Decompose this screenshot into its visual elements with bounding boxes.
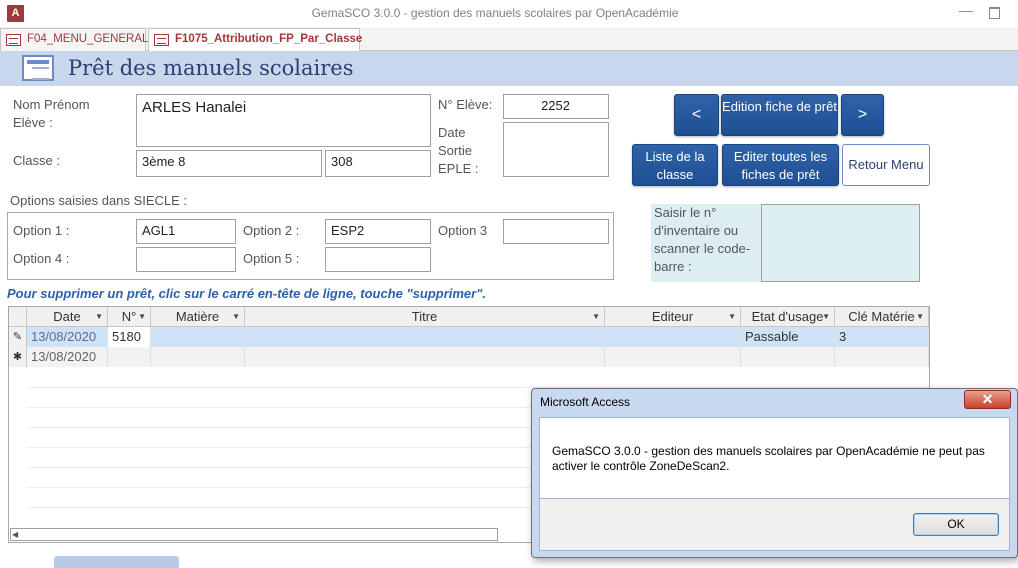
maximize-button[interactable] xyxy=(985,3,1003,21)
cell-etat[interactable] xyxy=(741,347,835,367)
tab-label: F04_MENU_GENERAL xyxy=(27,33,149,45)
classe-field[interactable]: 3ème 8 xyxy=(136,150,322,177)
ok-button[interactable]: OK xyxy=(913,513,999,536)
dropdown-icon[interactable]: ▼ xyxy=(592,307,600,326)
window-title: GemaSCO 3.0.0 - gestion des manuels scol… xyxy=(311,6,679,20)
col-num-label: N° xyxy=(121,309,137,324)
option-4-field[interactable] xyxy=(136,247,236,272)
editer-toutes-fiches-button[interactable]: Editer toutes les fiches de prêt xyxy=(722,144,839,186)
table-row-new[interactable]: ✱ 13/08/2020 xyxy=(9,347,929,367)
date-sortie-label: Date Sortie EPLE : xyxy=(438,125,479,176)
dropdown-icon[interactable]: ▼ xyxy=(232,307,240,326)
minimize-button[interactable]: — xyxy=(957,3,975,21)
dialog-message: GemaSCO 3.0.0 - gestion des manuels scol… xyxy=(552,444,985,473)
cell-num[interactable]: 5180 xyxy=(108,327,151,347)
retour-menu-button[interactable]: Retour Menu xyxy=(842,144,930,186)
col-matiere[interactable]: Matière ▼ xyxy=(151,307,245,327)
dropdown-icon[interactable]: ▼ xyxy=(138,307,146,326)
col-date[interactable]: Date ▼ xyxy=(27,307,108,327)
date-sortie-field[interactable] xyxy=(503,122,609,177)
col-editeur-label: Editeur xyxy=(651,309,694,324)
col-editeur[interactable]: Editeur ▼ xyxy=(605,307,741,327)
option-5-field[interactable] xyxy=(325,247,431,272)
col-cle[interactable]: Clé Matérie ▼ xyxy=(835,307,929,327)
dialog-title: Microsoft Access xyxy=(540,395,631,409)
scan-label: Saisir le n° d'inventaire ou scanner le … xyxy=(654,205,751,274)
cell-date[interactable]: 13/08/2020 xyxy=(27,347,108,367)
bottom-button[interactable] xyxy=(54,556,179,568)
option-1-label: Option 1 : xyxy=(13,223,70,238)
form-icon xyxy=(22,55,54,81)
tab-menu-general[interactable]: F04_MENU_GENERAL xyxy=(0,28,149,51)
dropdown-icon[interactable]: ▼ xyxy=(916,307,924,326)
cell-editeur[interactable] xyxy=(605,327,741,347)
cell-matiere[interactable] xyxy=(151,347,245,367)
option-1-field[interactable]: AGL1 xyxy=(136,219,236,244)
col-titre-label: Titre xyxy=(411,309,438,324)
cell-cle[interactable] xyxy=(835,347,929,367)
col-cle-label: Clé Matérie xyxy=(848,309,915,324)
col-titre[interactable]: Titre ▼ xyxy=(245,307,605,327)
page-title: Prêt des manuels scolaires xyxy=(68,56,354,80)
option-2-label: Option 2 : xyxy=(243,223,300,238)
edition-fiche-button[interactable]: Edition fiche de prêt xyxy=(721,94,838,136)
scan-label-area: Saisir le n° d'inventaire ou scanner le … xyxy=(651,204,761,282)
dialog-close-button[interactable]: ✕ xyxy=(964,390,1011,409)
cell-num[interactable] xyxy=(108,347,151,367)
option-3-field[interactable] xyxy=(503,219,609,244)
form-icon xyxy=(6,34,21,46)
cell-titre[interactable] xyxy=(245,327,605,347)
new-record-icon[interactable]: ✱ xyxy=(9,347,27,367)
liste-classe-button[interactable]: Liste de la classe xyxy=(632,144,718,186)
tab-attribution[interactable]: F1075_Attribution_FP_Par_Classe xyxy=(148,28,363,52)
classe-code-field[interactable]: 308 xyxy=(325,150,431,177)
col-num[interactable]: N° ▼ xyxy=(108,307,151,327)
nom-prenom-field[interactable]: ARLES Hanalei xyxy=(136,94,431,147)
nom-prenom-label: Nom Prénom Elève : xyxy=(13,97,90,130)
scroll-left-icon[interactable]: ◀ xyxy=(12,529,24,540)
num-eleve-label: N° Elève: xyxy=(438,97,493,112)
cell-matiere[interactable] xyxy=(151,327,245,347)
previous-button[interactable]: < xyxy=(674,94,719,136)
options-section-label: Options saisies dans SIECLE : xyxy=(10,193,188,208)
cell-editeur[interactable] xyxy=(605,347,741,367)
document-tab-strip: F04_MENU_GENERAL F1075_Attribution_FP_Pa… xyxy=(0,27,1018,52)
horizontal-scrollbar[interactable] xyxy=(10,528,498,541)
col-date-label: Date xyxy=(53,309,81,324)
option-3-label: Option 3 xyxy=(438,223,488,238)
num-eleve-field[interactable]: 2252 xyxy=(503,94,609,119)
option-5-label: Option 5 : xyxy=(243,251,300,266)
scan-input[interactable] xyxy=(761,204,920,282)
dropdown-icon[interactable]: ▼ xyxy=(822,307,830,326)
col-matiere-label: Matière xyxy=(175,309,220,324)
next-button[interactable]: > xyxy=(841,94,884,136)
col-etat-label: Etat d'usage xyxy=(751,309,824,324)
option-4-label: Option 4 : xyxy=(13,251,70,266)
cell-cle[interactable]: 3 xyxy=(835,327,929,347)
delete-instruction: Pour supprimer un prêt, clic sur le carr… xyxy=(7,286,487,301)
option-2-field[interactable]: ESP2 xyxy=(325,219,431,244)
col-etat[interactable]: Etat d'usage ▼ xyxy=(741,307,835,327)
dropdown-icon[interactable]: ▼ xyxy=(95,307,103,326)
form-icon xyxy=(154,34,169,46)
cell-date[interactable]: 13/08/2020 xyxy=(27,327,108,347)
select-all-corner[interactable] xyxy=(9,307,27,327)
dropdown-icon[interactable]: ▼ xyxy=(728,307,736,326)
cell-etat[interactable]: Passable xyxy=(741,327,835,347)
table-row[interactable]: ✎ 13/08/2020 5180 Passable 3 xyxy=(9,327,929,347)
classe-label: Classe : xyxy=(13,153,60,168)
pencil-icon[interactable]: ✎ xyxy=(9,327,27,347)
tab-label: F1075_Attribution_FP_Par_Classe xyxy=(175,33,363,45)
cell-titre[interactable] xyxy=(245,347,605,367)
